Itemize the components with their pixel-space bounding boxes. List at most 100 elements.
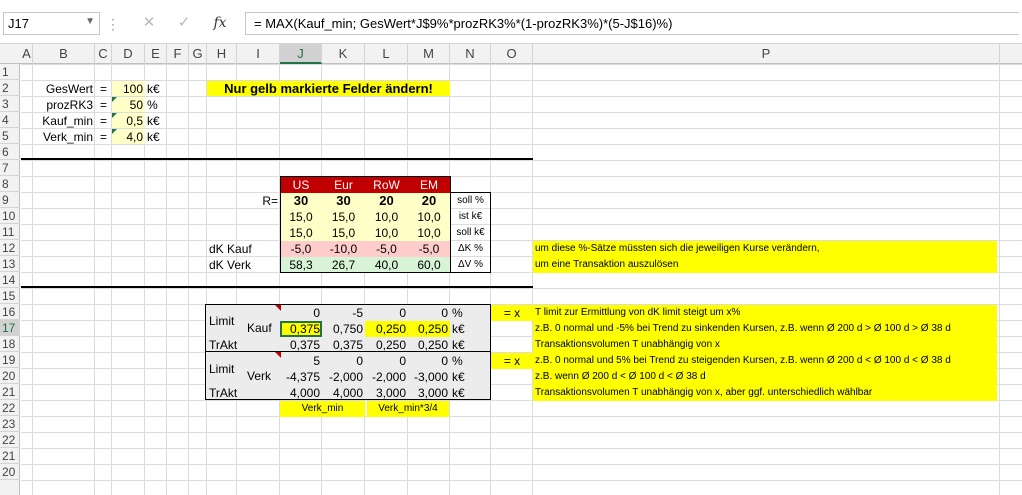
insert-function-icon[interactable]: fx bbox=[208, 12, 232, 34]
param-eq: = bbox=[99, 130, 107, 144]
row-header-1[interactable]: 1 bbox=[0, 64, 20, 80]
column-header-p[interactable]: P bbox=[533, 44, 1000, 64]
row-header-18[interactable]: 18 bbox=[0, 336, 20, 352]
row-header-16[interactable]: 16 bbox=[0, 304, 20, 320]
column-header-h[interactable]: H bbox=[207, 44, 237, 64]
kauf-limit-value[interactable]: 0 bbox=[408, 305, 450, 321]
note: um eine Transaktion auszulösen bbox=[533, 257, 997, 273]
row-header-14[interactable]: 14 bbox=[0, 272, 20, 288]
kauf-trakt-value: 0,375 bbox=[289, 338, 320, 352]
unit-k: k€ bbox=[452, 322, 465, 336]
param-value-geswert[interactable]: 100 bbox=[112, 81, 145, 96]
row-header-19[interactable]: 19 bbox=[0, 352, 20, 368]
verk-limit-value[interactable]: 0 bbox=[408, 353, 450, 369]
row-header-21[interactable]: 21 bbox=[0, 384, 20, 400]
kauf-value[interactable]: 0,250 bbox=[365, 321, 408, 337]
row-header-10[interactable]: 10 bbox=[0, 208, 20, 224]
column-header-o[interactable]: O bbox=[491, 44, 533, 64]
section-divider bbox=[21, 158, 533, 160]
unit-pct: % bbox=[452, 354, 463, 368]
row-header-26[interactable]: 20 bbox=[0, 464, 20, 480]
name-box[interactable]: J17 ▼ bbox=[3, 12, 100, 35]
note: z.B. wenn Ø 200 d < Ø 100 d < Ø 38 d bbox=[533, 369, 997, 385]
note: z.B. 0 normal und 5% bei Trend zu steige… bbox=[533, 353, 997, 369]
verk-value: -4,375 bbox=[285, 370, 320, 384]
column-header-e[interactable]: E bbox=[145, 44, 167, 64]
row-header-8[interactable]: 8 bbox=[0, 176, 20, 192]
column-header-a[interactable]: A bbox=[21, 44, 33, 64]
verk-value: -2,000 bbox=[328, 370, 363, 384]
cancel-icon[interactable]: ✕ bbox=[137, 12, 161, 34]
grid-line bbox=[206, 64, 207, 495]
kauf-limit-value[interactable]: 0 bbox=[365, 305, 408, 321]
kauf-value[interactable]: 0,375 bbox=[280, 321, 322, 337]
grid-line bbox=[321, 64, 322, 495]
column-header-n[interactable]: N bbox=[450, 44, 491, 64]
name-box-value: J17 bbox=[8, 16, 29, 31]
row-header-5[interactable]: 5 bbox=[0, 128, 20, 144]
verk-limit-value[interactable]: 5 bbox=[280, 353, 322, 369]
kauf-value[interactable]: 0,250 bbox=[408, 321, 450, 337]
kauf-value[interactable]: 0,750 bbox=[322, 321, 365, 337]
column-header-c[interactable]: C bbox=[95, 44, 112, 64]
unit-pct: % bbox=[452, 306, 463, 320]
param-value-verkmin[interactable]: 4,0 bbox=[112, 129, 145, 144]
column-header-d[interactable]: D bbox=[112, 44, 145, 64]
row-header-22[interactable]: 22 bbox=[0, 400, 20, 416]
kauf-trakt-value: 0,250 bbox=[417, 338, 448, 352]
unit-k: k€ bbox=[452, 370, 465, 384]
grid-line bbox=[490, 64, 491, 495]
column-header-f[interactable]: F bbox=[167, 44, 189, 64]
row-header-23[interactable]: 23 bbox=[0, 416, 20, 432]
formula-input[interactable]: = MAX(Kauf_min; GesWert*J$9%*prozRK3%*(1… bbox=[245, 12, 1019, 35]
cell-grid[interactable] bbox=[21, 64, 1022, 495]
trakt-label: TrAkt bbox=[209, 386, 238, 400]
row-header-7[interactable]: 7 bbox=[0, 160, 20, 176]
verk-limit-value[interactable]: 0 bbox=[365, 353, 408, 369]
chevron-down-icon[interactable]: ▼ bbox=[85, 16, 95, 27]
row-header-4[interactable]: 4 bbox=[0, 112, 20, 128]
verk-trakt-value: 4,000 bbox=[289, 386, 320, 400]
row-header-13[interactable]: 13 bbox=[0, 256, 20, 272]
note: Transaktionsvolumen T unabhängig von x, … bbox=[533, 385, 997, 401]
trakt-label: TrAkt bbox=[209, 338, 238, 352]
row-header-25[interactable]: 21 bbox=[0, 448, 20, 464]
formula-text: = MAX(Kauf_min; GesWert*J$9%*prozRK3%*(1… bbox=[254, 16, 673, 31]
verk-min34-label: Verk_min*3/4 bbox=[367, 401, 449, 417]
column-header-i[interactable]: I bbox=[237, 44, 280, 64]
row-header-12[interactable]: 12 bbox=[0, 240, 20, 256]
row-header-15[interactable]: 15 bbox=[0, 288, 20, 304]
grid-line bbox=[449, 64, 450, 495]
row-header-11[interactable]: 11 bbox=[0, 224, 20, 240]
column-header-j[interactable]: J bbox=[280, 44, 322, 64]
table1-border bbox=[280, 176, 451, 273]
row-header-24[interactable]: 22 bbox=[0, 432, 20, 448]
verk-limit-value[interactable]: 0 bbox=[322, 353, 365, 369]
column-header-l[interactable]: L bbox=[365, 44, 408, 64]
param-label-geswert: GesWert bbox=[45, 82, 93, 96]
column-header-m[interactable]: M bbox=[408, 44, 450, 64]
kauf-limit-value[interactable]: -5 bbox=[322, 305, 365, 321]
error-indicator-icon bbox=[112, 97, 117, 102]
param-value-kaufmin[interactable]: 0,5 bbox=[112, 113, 145, 128]
dk-verk-label: dK Verk bbox=[209, 258, 252, 272]
row-header-2[interactable]: 2 bbox=[0, 80, 20, 96]
row-header-20[interactable]: 20 bbox=[0, 368, 20, 384]
column-header-g[interactable]: G bbox=[189, 44, 207, 64]
grid-line bbox=[188, 64, 189, 495]
kauf-limit-value[interactable]: 0 bbox=[280, 305, 322, 321]
eq-x: = x bbox=[491, 305, 533, 321]
row-header-9[interactable]: 9 bbox=[0, 192, 20, 208]
error-indicator-icon bbox=[112, 113, 117, 118]
row-header-17[interactable]: 17 bbox=[0, 320, 20, 336]
grid-line bbox=[279, 64, 280, 495]
grid-line bbox=[236, 64, 237, 495]
row-header-3[interactable]: 3 bbox=[0, 96, 20, 112]
enter-icon[interactable]: ✓ bbox=[172, 12, 196, 34]
column-header-b[interactable]: B bbox=[33, 44, 95, 64]
row-header-6[interactable]: 6 bbox=[0, 144, 20, 160]
param-value-prozrk3[interactable]: 50 bbox=[112, 97, 145, 112]
column-header-k[interactable]: K bbox=[322, 44, 365, 64]
param-label-prozrk3: prozRK3 bbox=[46, 98, 93, 112]
kauf-trakt-value: 0,375 bbox=[332, 338, 363, 352]
